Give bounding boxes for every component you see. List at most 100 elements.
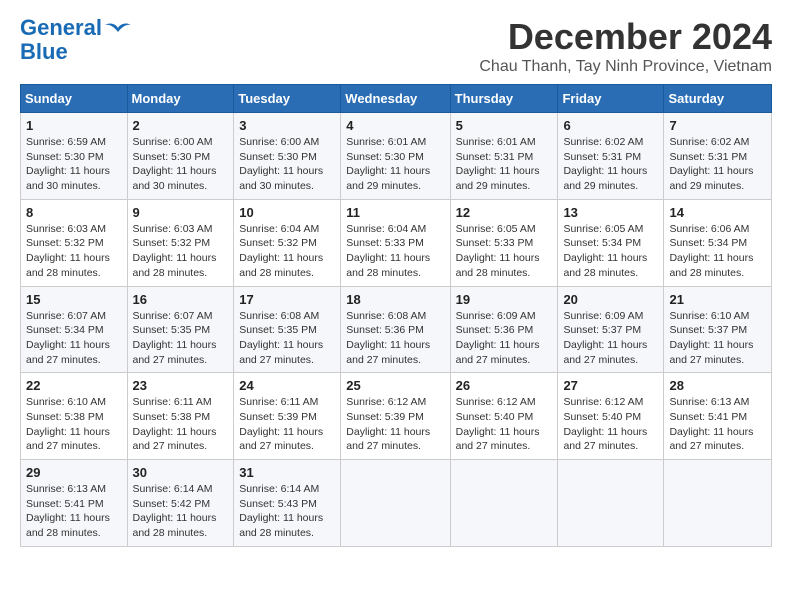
day-info: Sunrise: 6:03 AM Sunset: 5:32 PM Dayligh…: [133, 222, 229, 281]
day-info: Sunrise: 6:09 AM Sunset: 5:36 PM Dayligh…: [456, 309, 553, 368]
calendar-cell: 7 Sunrise: 6:02 AM Sunset: 5:31 PM Dayli…: [664, 113, 772, 200]
calendar-cell: 6 Sunrise: 6:02 AM Sunset: 5:31 PM Dayli…: [558, 113, 664, 200]
day-number: 27: [563, 378, 658, 393]
day-info: Sunrise: 6:06 AM Sunset: 5:34 PM Dayligh…: [669, 222, 766, 281]
day-number: 9: [133, 205, 229, 220]
calendar-cell: 3 Sunrise: 6:00 AM Sunset: 5:30 PM Dayli…: [234, 113, 341, 200]
day-number: 12: [456, 205, 553, 220]
day-number: 15: [26, 292, 122, 307]
day-number: 23: [133, 378, 229, 393]
day-number: 29: [26, 465, 122, 480]
calendar-cell: 26 Sunrise: 6:12 AM Sunset: 5:40 PM Dayl…: [450, 373, 558, 460]
day-info: Sunrise: 6:59 AM Sunset: 5:30 PM Dayligh…: [26, 135, 122, 194]
day-info: Sunrise: 6:14 AM Sunset: 5:42 PM Dayligh…: [133, 482, 229, 541]
location-title: Chau Thanh, Tay Ninh Province, Vietnam: [479, 58, 772, 76]
day-number: 25: [346, 378, 444, 393]
day-number: 16: [133, 292, 229, 307]
calendar-cell: 25 Sunrise: 6:12 AM Sunset: 5:39 PM Dayl…: [341, 373, 450, 460]
calendar-cell: 30 Sunrise: 6:14 AM Sunset: 5:42 PM Dayl…: [127, 460, 234, 547]
calendar-header-row: Sunday Monday Tuesday Wednesday Thursday…: [21, 85, 772, 113]
day-info: Sunrise: 6:10 AM Sunset: 5:38 PM Dayligh…: [26, 395, 122, 454]
calendar-cell: 9 Sunrise: 6:03 AM Sunset: 5:32 PM Dayli…: [127, 199, 234, 286]
calendar-week-2: 8 Sunrise: 6:03 AM Sunset: 5:32 PM Dayli…: [21, 199, 772, 286]
calendar-cell: 11 Sunrise: 6:04 AM Sunset: 5:33 PM Dayl…: [341, 199, 450, 286]
calendar-week-5: 29 Sunrise: 6:13 AM Sunset: 5:41 PM Dayl…: [21, 460, 772, 547]
day-info: Sunrise: 6:05 AM Sunset: 5:34 PM Dayligh…: [563, 222, 658, 281]
day-info: Sunrise: 6:12 AM Sunset: 5:40 PM Dayligh…: [563, 395, 658, 454]
calendar-cell: 1 Sunrise: 6:59 AM Sunset: 5:30 PM Dayli…: [21, 113, 128, 200]
day-number: 18: [346, 292, 444, 307]
calendar-cell: 10 Sunrise: 6:04 AM Sunset: 5:32 PM Dayl…: [234, 199, 341, 286]
header-monday: Monday: [127, 85, 234, 113]
calendar-week-1: 1 Sunrise: 6:59 AM Sunset: 5:30 PM Dayli…: [21, 113, 772, 200]
calendar-cell: 12 Sunrise: 6:05 AM Sunset: 5:33 PM Dayl…: [450, 199, 558, 286]
day-info: Sunrise: 6:13 AM Sunset: 5:41 PM Dayligh…: [669, 395, 766, 454]
day-number: 10: [239, 205, 335, 220]
logo-text: GeneralBlue: [20, 16, 102, 64]
day-info: Sunrise: 6:05 AM Sunset: 5:33 PM Dayligh…: [456, 222, 553, 281]
day-number: 5: [456, 118, 553, 133]
calendar-cell: [450, 460, 558, 547]
day-number: 8: [26, 205, 122, 220]
header-sunday: Sunday: [21, 85, 128, 113]
day-number: 6: [563, 118, 658, 133]
day-info: Sunrise: 6:08 AM Sunset: 5:35 PM Dayligh…: [239, 309, 335, 368]
header-thursday: Thursday: [450, 85, 558, 113]
page-header: GeneralBlue December 2024 Chau Thanh, Ta…: [20, 16, 772, 76]
calendar-cell: 4 Sunrise: 6:01 AM Sunset: 5:30 PM Dayli…: [341, 113, 450, 200]
day-number: 4: [346, 118, 444, 133]
calendar-cell: 21 Sunrise: 6:10 AM Sunset: 5:37 PM Dayl…: [664, 286, 772, 373]
title-block: December 2024 Chau Thanh, Tay Ninh Provi…: [479, 16, 772, 76]
day-info: Sunrise: 6:04 AM Sunset: 5:32 PM Dayligh…: [239, 222, 335, 281]
day-info: Sunrise: 6:14 AM Sunset: 5:43 PM Dayligh…: [239, 482, 335, 541]
calendar-cell: 16 Sunrise: 6:07 AM Sunset: 5:35 PM Dayl…: [127, 286, 234, 373]
day-info: Sunrise: 6:00 AM Sunset: 5:30 PM Dayligh…: [239, 135, 335, 194]
calendar-cell: 29 Sunrise: 6:13 AM Sunset: 5:41 PM Dayl…: [21, 460, 128, 547]
calendar-cell: 8 Sunrise: 6:03 AM Sunset: 5:32 PM Dayli…: [21, 199, 128, 286]
calendar-cell: 18 Sunrise: 6:08 AM Sunset: 5:36 PM Dayl…: [341, 286, 450, 373]
day-number: 28: [669, 378, 766, 393]
day-number: 30: [133, 465, 229, 480]
day-info: Sunrise: 6:12 AM Sunset: 5:39 PM Dayligh…: [346, 395, 444, 454]
logo-bird-icon: [104, 20, 132, 42]
day-info: Sunrise: 6:02 AM Sunset: 5:31 PM Dayligh…: [563, 135, 658, 194]
logo-blue: Blue: [20, 39, 68, 64]
calendar-cell: 5 Sunrise: 6:01 AM Sunset: 5:31 PM Dayli…: [450, 113, 558, 200]
day-number: 11: [346, 205, 444, 220]
calendar-cell: 20 Sunrise: 6:09 AM Sunset: 5:37 PM Dayl…: [558, 286, 664, 373]
calendar-cell: 22 Sunrise: 6:10 AM Sunset: 5:38 PM Dayl…: [21, 373, 128, 460]
day-info: Sunrise: 6:13 AM Sunset: 5:41 PM Dayligh…: [26, 482, 122, 541]
day-info: Sunrise: 6:07 AM Sunset: 5:34 PM Dayligh…: [26, 309, 122, 368]
day-info: Sunrise: 6:09 AM Sunset: 5:37 PM Dayligh…: [563, 309, 658, 368]
calendar-week-4: 22 Sunrise: 6:10 AM Sunset: 5:38 PM Dayl…: [21, 373, 772, 460]
calendar-cell: [341, 460, 450, 547]
day-info: Sunrise: 6:01 AM Sunset: 5:30 PM Dayligh…: [346, 135, 444, 194]
calendar-cell: 24 Sunrise: 6:11 AM Sunset: 5:39 PM Dayl…: [234, 373, 341, 460]
calendar-cell: 2 Sunrise: 6:00 AM Sunset: 5:30 PM Dayli…: [127, 113, 234, 200]
header-saturday: Saturday: [664, 85, 772, 113]
day-info: Sunrise: 6:08 AM Sunset: 5:36 PM Dayligh…: [346, 309, 444, 368]
calendar-cell: [558, 460, 664, 547]
calendar-cell: 23 Sunrise: 6:11 AM Sunset: 5:38 PM Dayl…: [127, 373, 234, 460]
day-number: 3: [239, 118, 335, 133]
day-number: 21: [669, 292, 766, 307]
day-info: Sunrise: 6:10 AM Sunset: 5:37 PM Dayligh…: [669, 309, 766, 368]
calendar-cell: 28 Sunrise: 6:13 AM Sunset: 5:41 PM Dayl…: [664, 373, 772, 460]
day-info: Sunrise: 6:12 AM Sunset: 5:40 PM Dayligh…: [456, 395, 553, 454]
day-number: 22: [26, 378, 122, 393]
day-info: Sunrise: 6:11 AM Sunset: 5:39 PM Dayligh…: [239, 395, 335, 454]
day-number: 1: [26, 118, 122, 133]
day-number: 24: [239, 378, 335, 393]
calendar-table: Sunday Monday Tuesday Wednesday Thursday…: [20, 84, 772, 547]
calendar-week-3: 15 Sunrise: 6:07 AM Sunset: 5:34 PM Dayl…: [21, 286, 772, 373]
day-info: Sunrise: 6:11 AM Sunset: 5:38 PM Dayligh…: [133, 395, 229, 454]
header-tuesday: Tuesday: [234, 85, 341, 113]
calendar-cell: 27 Sunrise: 6:12 AM Sunset: 5:40 PM Dayl…: [558, 373, 664, 460]
header-friday: Friday: [558, 85, 664, 113]
day-number: 13: [563, 205, 658, 220]
calendar-cell: 17 Sunrise: 6:08 AM Sunset: 5:35 PM Dayl…: [234, 286, 341, 373]
logo: GeneralBlue: [20, 16, 132, 64]
day-info: Sunrise: 6:00 AM Sunset: 5:30 PM Dayligh…: [133, 135, 229, 194]
day-info: Sunrise: 6:02 AM Sunset: 5:31 PM Dayligh…: [669, 135, 766, 194]
day-info: Sunrise: 6:03 AM Sunset: 5:32 PM Dayligh…: [26, 222, 122, 281]
